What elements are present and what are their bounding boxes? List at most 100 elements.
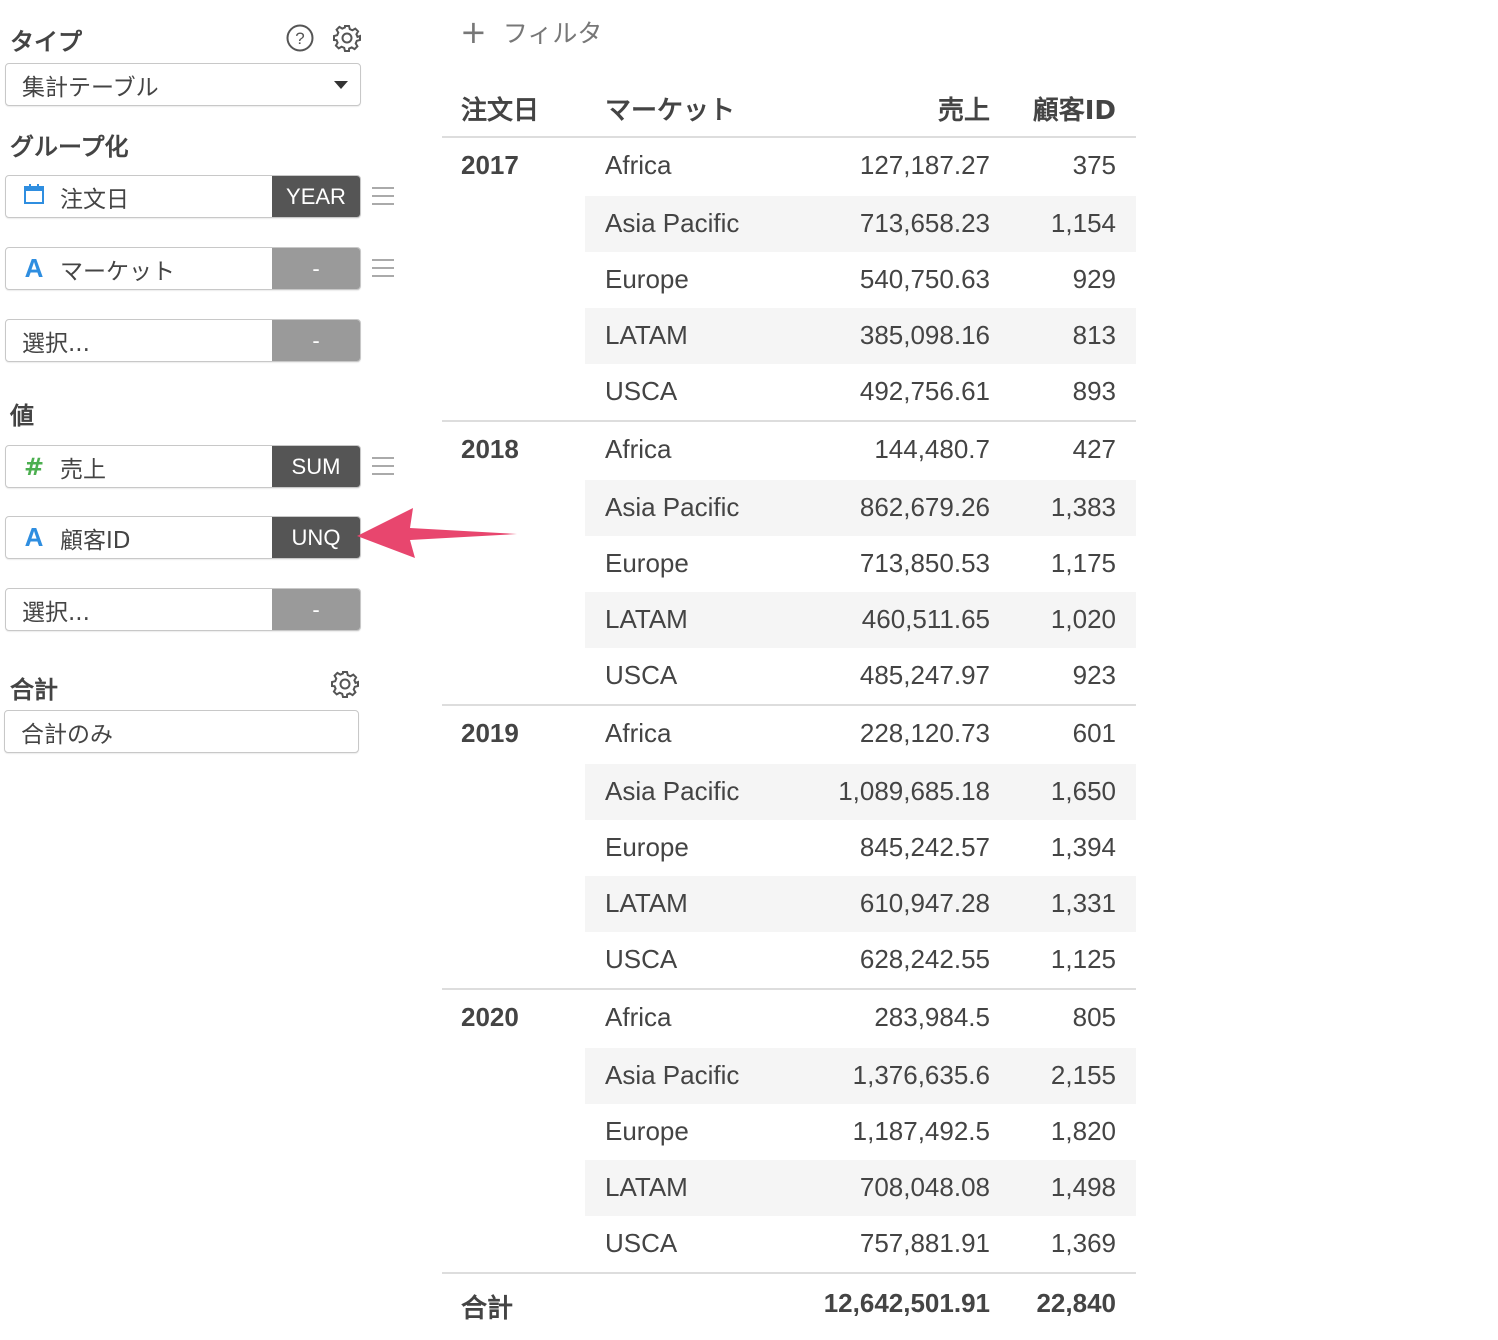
table-row: Europe 845,242.57 1,394 (442, 820, 1136, 876)
table-total-row: 合計 12,642,501.91 22,840 (442, 1274, 1136, 1332)
group-field-label: 注文日 (60, 186, 129, 213)
table-row: 2020 Africa 283,984.5 805 (442, 990, 1136, 1048)
market-cell: Africa (605, 718, 672, 748)
table-row: Asia Pacific 1,089,685.18 1,650 (442, 764, 1136, 820)
table-row: LATAM 610,947.28 1,331 (442, 876, 1136, 932)
chart-type-value: 集計テーブル (22, 74, 159, 101)
column-header[interactable]: 売上 (938, 90, 990, 127)
drag-handle-icon[interactable] (372, 259, 394, 277)
aggregation-function-button[interactable]: UNQ (272, 517, 360, 558)
table-row: 2019 Africa 228,120.73 601 (442, 706, 1136, 764)
customer-count-cell: 1,383 (1050, 492, 1116, 522)
aggregation-function-button[interactable]: SUM (272, 446, 360, 487)
customer-count-cell: 1,154 (1050, 208, 1116, 238)
table-row: Europe 713,850.53 1,175 (442, 536, 1136, 592)
gear-icon[interactable] (332, 23, 362, 53)
value-field-placeholder: 選択... (22, 599, 90, 626)
table-row: USCA 492,756.61 893 (442, 364, 1136, 420)
gear-icon[interactable] (330, 669, 360, 699)
sales-cell: 283,984.5 (874, 1002, 990, 1032)
table-row: 2018 Africa 144,480.7 427 (442, 422, 1136, 480)
market-cell: LATAM (605, 604, 688, 634)
plus-icon: + (460, 13, 487, 51)
customer-count-cell: 1,020 (1050, 604, 1116, 634)
table-row: Asia Pacific 1,376,635.6 2,155 (442, 1048, 1136, 1104)
value-field-select[interactable]: 選択... - (5, 588, 361, 631)
group-field-placeholder: 選択... (22, 330, 90, 357)
table-row: Asia Pacific 862,679.26 1,383 (442, 480, 1136, 536)
table-row: USCA 485,247.97 923 (442, 648, 1136, 704)
sales-cell: 144,480.7 (874, 434, 990, 464)
customer-count-cell: 2,155 (1050, 1060, 1116, 1090)
year-cell: 2020 (461, 1002, 519, 1032)
total-sales: 12,642,501.91 (823, 1288, 990, 1318)
table-year-group: 2020 Africa 283,984.5 805 Asia Pacific 1,376,… (442, 990, 1136, 1274)
market-cell: Europe (605, 264, 689, 294)
sales-cell: 713,850.53 (859, 548, 990, 578)
market-cell: Europe (605, 1116, 689, 1146)
chart-type-select[interactable]: 集計テーブル (5, 63, 361, 106)
calendar-icon (22, 183, 46, 211)
year-cell: 2019 (461, 718, 519, 748)
column-header[interactable]: マーケット (605, 90, 735, 127)
chevron-down-icon (334, 81, 348, 89)
aggregation-level-button[interactable]: YEAR (272, 176, 360, 217)
market-cell: Europe (605, 548, 689, 578)
text-type-icon: A (24, 522, 44, 552)
add-filter-button[interactable]: + フィルタ (460, 14, 602, 50)
customer-count-cell: 929 (1072, 264, 1116, 294)
aggregation-level-button[interactable]: - (272, 248, 360, 289)
type-section-title: タイプ (10, 28, 82, 56)
value-field-customer-id[interactable]: A 顧客ID UNQ (5, 516, 361, 559)
market-cell: USCA (605, 660, 678, 690)
year-cell: 2018 (461, 434, 519, 464)
aggregation-function-button[interactable]: - (272, 589, 360, 630)
group-field-market[interactable]: A マーケット - (5, 247, 361, 290)
sales-cell: 610,947.28 (859, 888, 990, 918)
market-cell: Asia Pacific (605, 208, 740, 238)
group-field-order-date[interactable]: 注文日 YEAR (5, 175, 361, 218)
table-row: LATAM 385,098.16 813 (442, 308, 1136, 364)
help-icon[interactable]: ? (285, 23, 315, 53)
market-cell: Africa (605, 434, 672, 464)
aggregation-level-button[interactable]: - (272, 320, 360, 361)
market-cell: LATAM (605, 888, 688, 918)
table-row: Europe 1,187,492.5 1,820 (442, 1104, 1136, 1160)
group-field-select[interactable]: 選択... - (5, 319, 361, 362)
market-cell: Africa (605, 150, 672, 180)
table-row: LATAM 708,048.08 1,498 (442, 1160, 1136, 1216)
column-header[interactable]: 注文日 (461, 90, 539, 127)
market-cell: Europe (605, 832, 689, 862)
sales-cell: 708,048.08 (859, 1172, 990, 1202)
sales-cell: 460,511.65 (861, 604, 990, 634)
customer-count-cell: 1,820 (1050, 1116, 1116, 1146)
sales-cell: 540,750.63 (859, 264, 990, 294)
value-field-sales[interactable]: # 売上 SUM (5, 445, 361, 488)
total-label: 合計 (461, 1293, 514, 1323)
sales-cell: 862,679.26 (859, 492, 990, 522)
sales-cell: 845,242.57 (859, 832, 990, 862)
customer-count-cell: 1,175 (1050, 548, 1116, 578)
year-cell: 2017 (461, 150, 519, 180)
table-row: 2017 Africa 127,187.27 375 (442, 138, 1136, 196)
table-year-group: 2018 Africa 144,480.7 427 Asia Pacific 862,67… (442, 422, 1136, 706)
customer-count-cell: 923 (1072, 660, 1116, 690)
sales-cell: 713,658.23 (859, 208, 990, 238)
market-cell: USCA (605, 376, 678, 406)
market-cell: Asia Pacific (605, 1060, 740, 1090)
customer-count-cell: 893 (1072, 376, 1116, 406)
drag-handle-icon[interactable] (372, 457, 394, 475)
customer-count-cell: 805 (1072, 1002, 1116, 1032)
pivot-table: 注文日 マーケット 売上 顧客ID 2017 Africa 127,187.27 37… (442, 80, 1136, 1332)
customer-count-cell: 1,394 (1050, 832, 1116, 862)
total-mode-select[interactable]: 合計のみ (4, 710, 359, 753)
column-header[interactable]: 顧客ID (1033, 90, 1116, 127)
market-cell: LATAM (605, 320, 688, 350)
customer-count-cell: 1,498 (1050, 1172, 1116, 1202)
customer-count-cell: 813 (1072, 320, 1116, 350)
table-header: 注文日 マーケット 売上 顧客ID (442, 80, 1136, 138)
value-section-title: 値 (10, 402, 34, 430)
drag-handle-icon[interactable] (372, 187, 394, 205)
sales-cell: 385,098.16 (859, 320, 990, 350)
number-type-icon: # (23, 452, 45, 481)
